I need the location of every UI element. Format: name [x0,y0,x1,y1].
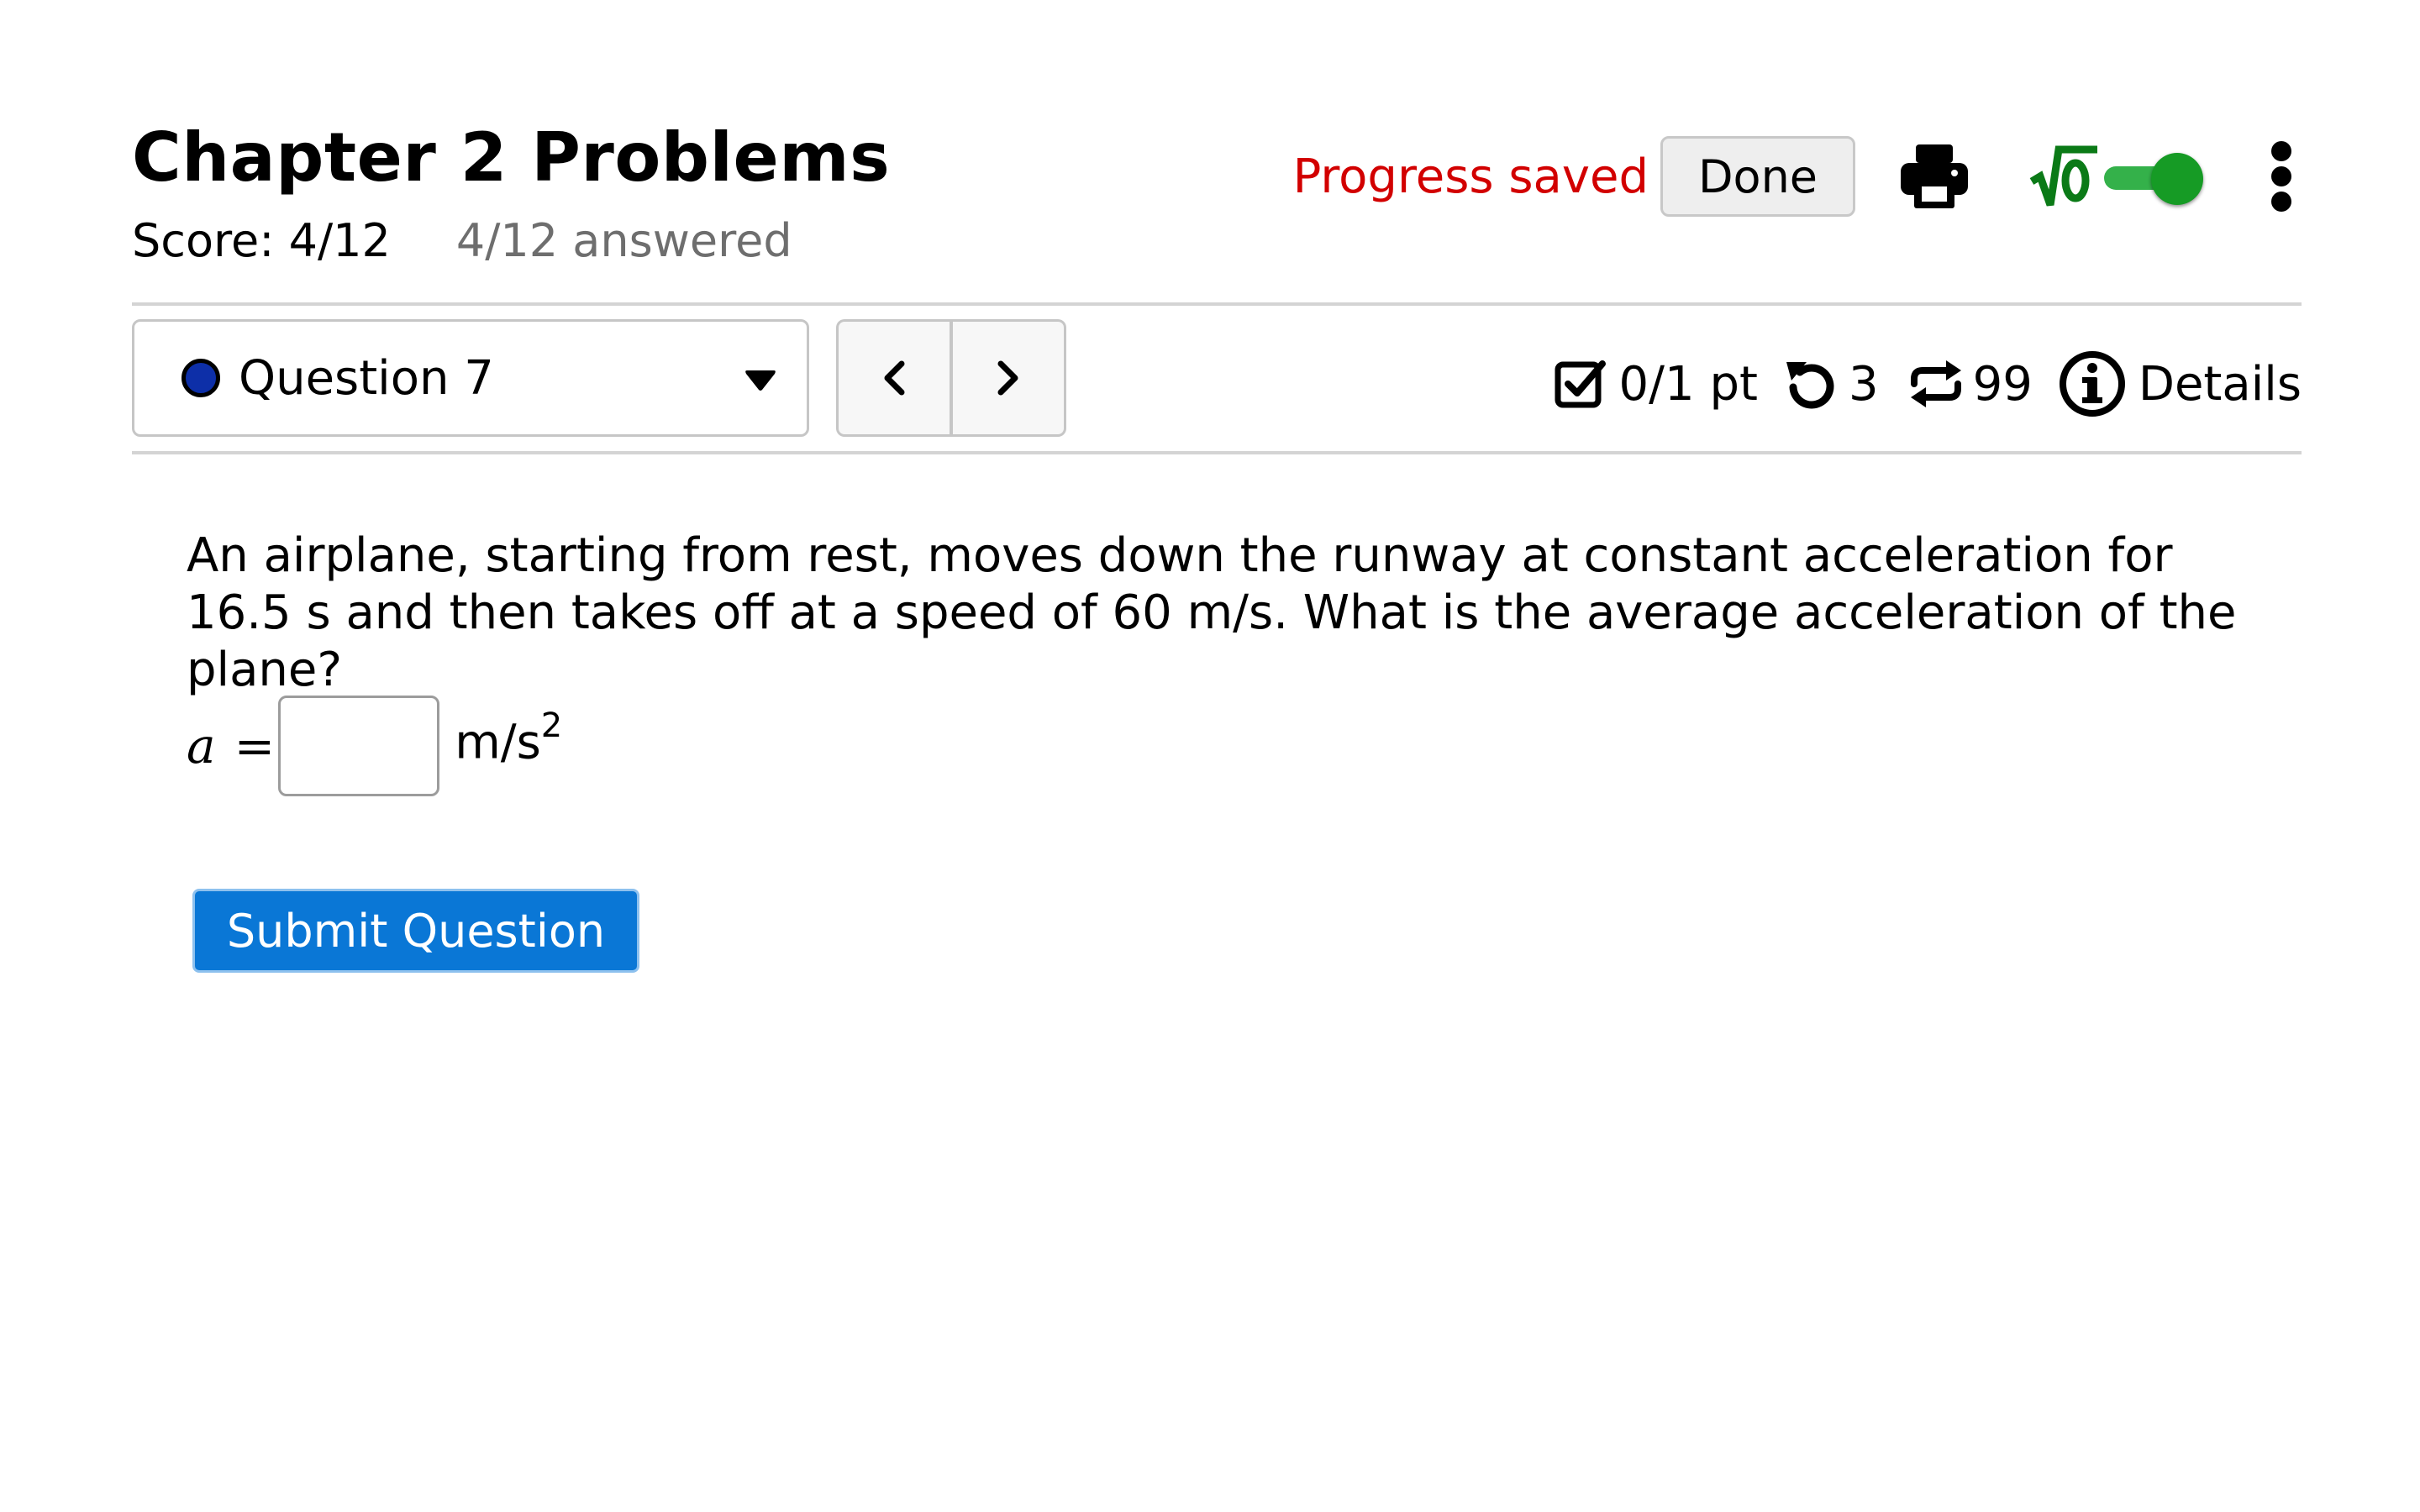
question-select[interactable]: Question 7 [132,319,809,437]
score-summary: Score: 4/12 4/12 answered [132,213,792,269]
chevron-left-icon [884,360,905,396]
question-select-label: Question 7 [239,350,494,406]
progress-status: Progress saved [1292,149,1649,204]
attempts-icon [1910,360,1961,407]
question-meta: 0/1 pt 3 99 Details [1554,346,2302,422]
page-title: Chapter 2 Problems [132,118,891,197]
kebab-dot [2271,192,2291,212]
toggle-knob [2151,153,2203,205]
print-icon[interactable] [1899,143,1970,210]
previous-question-button[interactable] [836,319,951,437]
caret-down-icon [745,370,776,391]
submit-question-button[interactable]: Submit Question [192,889,639,973]
chevron-right-icon [997,360,1018,396]
attempts-count: 99 [1972,356,2033,412]
variable-label: a [187,717,216,774]
answer-input[interactable] [278,696,440,796]
sqrt-icon[interactable] [2028,143,2099,210]
header-actions: Progress saved Done [1293,134,2294,218]
unit-label: m/s2 [455,706,562,770]
kebab-menu-icon[interactable] [2269,141,2294,212]
checkbox-icon [1555,360,1606,408]
info-icon[interactable] [2058,349,2127,418]
details-link[interactable]: Details [2139,357,2302,412]
question-status-dot [182,359,220,397]
divider [132,451,2302,454]
score-text: Score: 4/12 [132,214,391,267]
question-text: An airplane, starting from rest, moves d… [187,528,2237,697]
next-question-button[interactable] [951,319,1066,437]
answer-row: a = m/s2 [187,694,562,798]
unit-exponent: 2 [540,706,563,746]
retries-count: 3 [1848,356,1879,412]
equals-sign: = [234,717,276,774]
kebab-dot [2271,166,2291,186]
unit-base: m/s [455,715,541,770]
done-button[interactable]: Done [1660,136,1855,217]
points-value: 0/1 pt [1618,356,1758,412]
math-entry-toggle[interactable] [2104,151,2205,205]
kebab-dot [2271,141,2291,161]
divider [132,302,2302,306]
answered-count: 4/12 answered [455,214,792,267]
question-nav [836,319,1066,437]
retry-icon [1786,362,1834,409]
